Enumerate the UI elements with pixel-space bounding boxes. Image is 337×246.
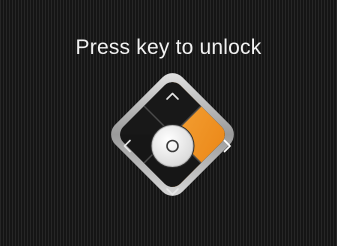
lock-screen: Press key to unlock [0,0,337,246]
dpad [111,73,234,196]
